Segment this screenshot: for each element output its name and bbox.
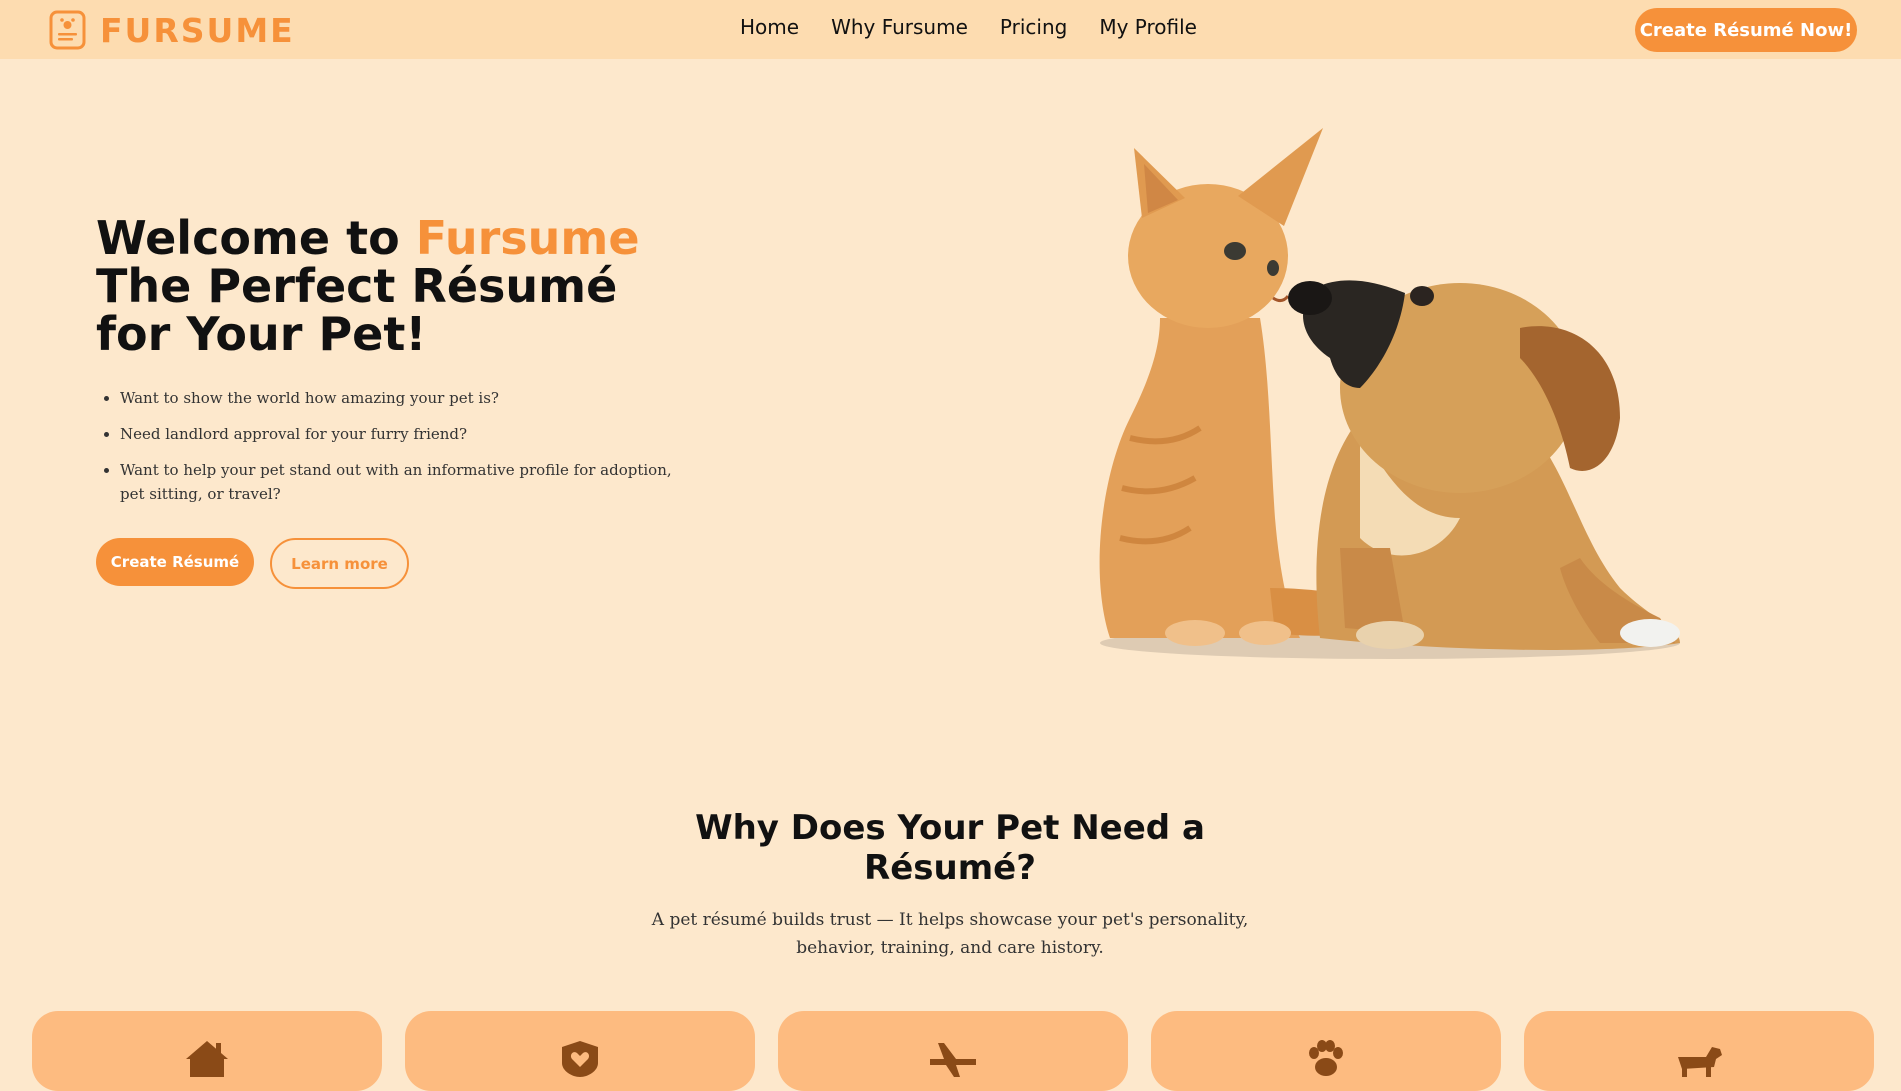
nav-link-why-fursume[interactable]: Why Fursume [831, 15, 968, 39]
feature-card[interactable] [1524, 1011, 1874, 1091]
learn-more-button[interactable]: Learn more [270, 538, 409, 589]
hero-title-line2: The Perfect Résumé [96, 259, 618, 313]
brand-name: FURSUME [100, 10, 295, 50]
feature-card[interactable] [1151, 1011, 1501, 1091]
hero-bullet: Want to help your pet stand out with an … [120, 458, 680, 506]
nav-link-my-profile[interactable]: My Profile [1099, 15, 1197, 39]
hero-title-brand: Fursume [415, 211, 640, 265]
create-resume-button[interactable]: Create Résumé [96, 538, 254, 586]
paw-icon [1309, 1040, 1343, 1076]
puppy-figure [1288, 280, 1680, 650]
brand-logo[interactable]: FURSUME [49, 10, 295, 50]
hero-bullet: Need landlord approval for your furry fr… [120, 422, 680, 446]
feature-card[interactable] [778, 1011, 1128, 1091]
hero-bullet-list: Want to show the world how amazing your … [120, 386, 680, 518]
hero-title: Welcome to Fursume The Perfect Résumé fo… [96, 214, 736, 358]
kitten-and-puppy-image [1099, 128, 1680, 659]
top-navbar: FURSUME Home Why Fursume Pricing My Prof… [0, 0, 1901, 59]
nav-links: Home Why Fursume Pricing My Profile [740, 15, 1229, 39]
why-section-title: Why Does Your Pet Need a Résumé? [695, 808, 1205, 888]
feature-card[interactable] [405, 1011, 755, 1091]
shield-heart-icon [562, 1041, 598, 1077]
house-icon [186, 1041, 228, 1077]
hero-bullet: Want to show the world how amazing your … [120, 386, 680, 410]
resume-paw-icon [49, 10, 86, 50]
create-resume-now-button[interactable]: Create Résumé Now! [1635, 8, 1857, 52]
nav-link-pricing[interactable]: Pricing [1000, 15, 1067, 39]
dog-icon [1678, 1047, 1722, 1077]
nav-link-home[interactable]: Home [740, 15, 799, 39]
airplane-icon [930, 1043, 976, 1077]
hero-title-line3: for Your Pet! [96, 307, 427, 361]
why-section-subtitle: A pet résumé builds trust — It helps sho… [651, 910, 1249, 958]
hero-title-prefix: Welcome to [96, 211, 416, 265]
feature-card[interactable] [32, 1011, 382, 1091]
